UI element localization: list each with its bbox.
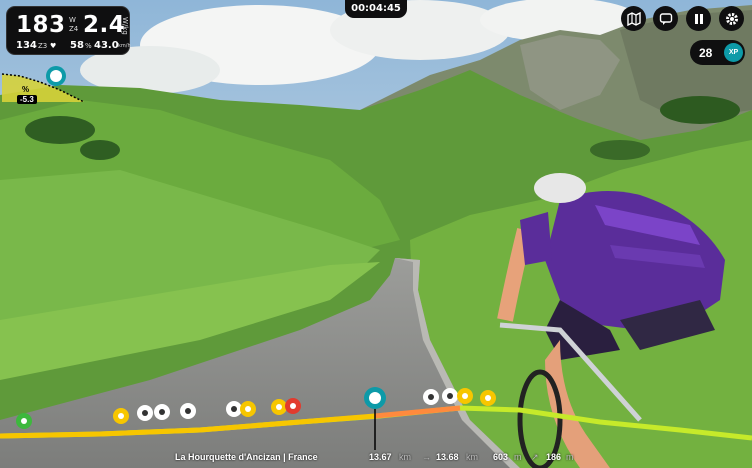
pause-button[interactable] bbox=[686, 6, 711, 31]
rider-marker-icon bbox=[180, 403, 196, 419]
xp-counter[interactable]: 28 XP bbox=[690, 40, 745, 65]
route-name: La Hourquette d'Ancizan | France bbox=[175, 452, 318, 462]
power-speed-panel: 183 W Z4 2.4 W/kg 134 Z3 ♥ 58 % 43.0 km/… bbox=[6, 6, 131, 55]
rider-marker-icon bbox=[271, 399, 287, 415]
start-marker-icon bbox=[16, 413, 32, 429]
rider-marker-icon bbox=[423, 389, 439, 405]
gradient-profile bbox=[1, 66, 85, 103]
settings-button[interactable] bbox=[719, 6, 744, 31]
gradient-value: -5.3 bbox=[17, 95, 37, 104]
route-progress bbox=[0, 380, 752, 450]
xp-value: 28 bbox=[699, 46, 713, 60]
gradient-label: % bbox=[22, 85, 30, 94]
wkg-value: 2.4 bbox=[83, 12, 126, 38]
power-value: 183 bbox=[16, 12, 66, 38]
climb-remaining-value: 186 bbox=[546, 452, 562, 462]
elapsed-timer: 00:04:45 bbox=[345, 0, 407, 18]
rider-marker-icon bbox=[285, 398, 301, 414]
elevation-profile bbox=[0, 387, 752, 450]
chat-icon bbox=[659, 12, 672, 25]
power-zone: Z4 bbox=[69, 25, 79, 33]
elevation-value: 603 bbox=[493, 452, 509, 462]
settings-icon bbox=[725, 12, 738, 25]
speed-unit: km/h bbox=[118, 43, 131, 49]
heart-icon: ♥ bbox=[50, 42, 57, 50]
gradient-indicator: % -5.3 bbox=[0, 66, 90, 106]
arrow-right-icon: → bbox=[422, 452, 431, 462]
rider-marker-icon bbox=[240, 401, 256, 417]
total-distance-value: 13.68 bbox=[436, 452, 459, 462]
cadence-value: 58 bbox=[70, 40, 84, 51]
map-icon bbox=[626, 11, 641, 26]
distance-unit: km bbox=[399, 452, 411, 462]
power-unit: W bbox=[69, 16, 76, 24]
chat-button[interactable] bbox=[653, 6, 678, 31]
rider-marker-icon bbox=[137, 405, 153, 421]
pause-icon bbox=[694, 13, 703, 24]
rider-marker-icon bbox=[113, 408, 129, 424]
climb-icon: ↗ bbox=[531, 452, 539, 462]
cadence-unit: % bbox=[85, 42, 92, 50]
elevation-unit: m bbox=[514, 452, 522, 462]
rider-marker-icon bbox=[480, 390, 496, 406]
rider-marker-icon bbox=[457, 388, 473, 404]
rider-marker-icon bbox=[226, 401, 242, 417]
speed-value: 43.0 bbox=[94, 40, 119, 51]
heart-rate-value: 134 bbox=[16, 40, 37, 51]
climb-remaining-unit: m bbox=[566, 452, 574, 462]
wkg-unit: W/kg bbox=[121, 17, 129, 35]
rider-marker-icon bbox=[442, 388, 458, 404]
rider-marker-icon bbox=[154, 404, 170, 420]
hr-zone: Z3 bbox=[38, 42, 48, 50]
total-distance-unit: km bbox=[466, 452, 478, 462]
map-button[interactable] bbox=[621, 6, 646, 31]
avatar-marker-icon bbox=[364, 387, 386, 409]
xp-badge: XP bbox=[724, 43, 743, 62]
distance-value: 13.67 bbox=[369, 452, 392, 462]
